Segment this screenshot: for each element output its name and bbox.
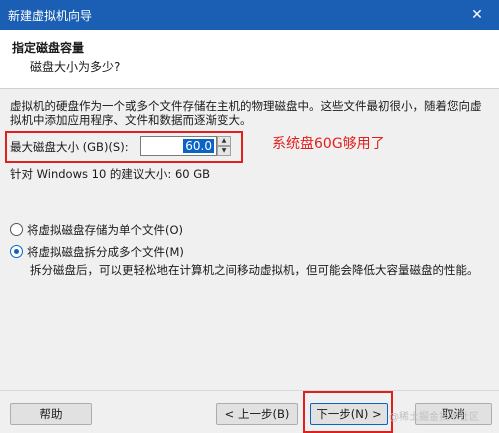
radio-split-indicator[interactable] bbox=[10, 245, 23, 258]
radio-single-indicator[interactable] bbox=[10, 223, 23, 236]
radio-single-file[interactable]: 将虚拟磁盘存储为单个文件(O) bbox=[10, 221, 270, 237]
highlight-box-next bbox=[303, 391, 393, 433]
watermark: @稀土掘金技术社区 bbox=[389, 412, 479, 423]
help-button[interactable]: 帮助 bbox=[10, 403, 92, 425]
close-icon[interactable]: ✕ bbox=[455, 0, 499, 30]
radio-single-label[interactable]: 将虚拟磁盘存储为单个文件(O) bbox=[27, 222, 183, 238]
split-description: 拆分磁盘后，可以更轻松地在计算机之间移动虚拟机，但可能会降低大容量磁盘的性能。 bbox=[30, 263, 479, 277]
annotation-text: 系统盘60G够用了 bbox=[272, 136, 385, 152]
radio-split-label[interactable]: 将虚拟磁盘拆分成多个文件(M) bbox=[27, 244, 184, 260]
highlight-box-size bbox=[5, 131, 243, 163]
disk-description: 虚拟机的硬盘作为一个或多个文件存储在主机的物理磁盘中。这些文件最初很小，随着您向… bbox=[10, 99, 482, 127]
wizard-header: 指定磁盘容量 磁盘大小为多少? bbox=[0, 30, 499, 89]
page-title: 指定磁盘容量 bbox=[12, 41, 85, 55]
window-titlebar: 新建虚拟机向导 ✕ bbox=[0, 0, 499, 30]
back-button[interactable]: < 上一步(B) bbox=[216, 403, 298, 425]
window-title: 新建虚拟机向导 bbox=[8, 9, 93, 23]
recommended-size: 针对 Windows 10 的建议大小: 60 GB bbox=[10, 167, 211, 181]
footer-divider bbox=[0, 390, 499, 391]
radio-split-files[interactable]: 将虚拟磁盘拆分成多个文件(M) bbox=[10, 243, 270, 259]
page-subtitle: 磁盘大小为多少? bbox=[30, 60, 121, 74]
